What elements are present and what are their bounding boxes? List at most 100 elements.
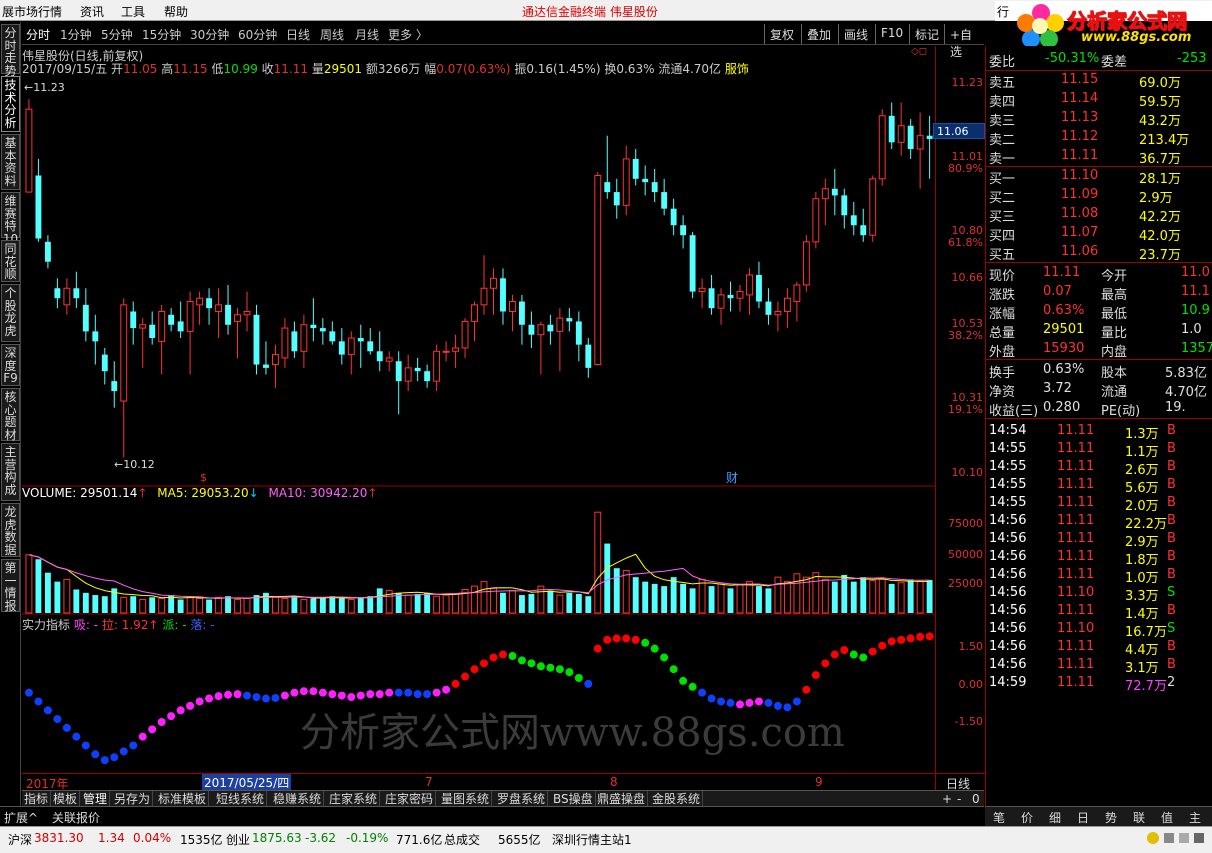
- quote-tab-4[interactable]: 日: [1077, 809, 1089, 826]
- menu-help[interactable]: 帮助: [164, 3, 188, 20]
- tick-row[interactable]: 14:56 11.11 1.4万 B: [989, 602, 1211, 622]
- left-tab-6[interactable]: 个股龙虎: [1, 284, 20, 342]
- zoom-in-button[interactable]: +: [940, 791, 954, 807]
- left-tab-1[interactable]: 分时走势: [1, 24, 20, 77]
- left-tab-9[interactable]: 主营构成: [1, 443, 20, 501]
- ask-row[interactable]: 卖三 11.13 43.2万: [989, 109, 1211, 129]
- chart-settings-icon[interactable]: ◇◻: [911, 46, 927, 57]
- tick-row[interactable]: 14:56 11.11 4.4万 B: [989, 638, 1211, 658]
- add-watchlist-button[interactable]: +自选: [944, 24, 984, 59]
- left-tab-4[interactable]: 维赛特10: [1, 192, 20, 245]
- tab-standard-template[interactable]: 标准模板: [156, 791, 210, 807]
- fundamental-row[interactable]: 换手 0.63% 股本 5.83亿: [989, 361, 1211, 381]
- menu-market[interactable]: 展市场行情: [2, 3, 62, 20]
- tab-compass-system[interactable]: 罗盘系统: [495, 791, 549, 807]
- tick-row[interactable]: 14:56 11.10 16.7万 S: [989, 620, 1211, 640]
- related-quotes-button[interactable]: 关联报价: [52, 809, 100, 826]
- event-marker-dollar[interactable]: $: [200, 471, 207, 484]
- status-icons[interactable]: [1146, 830, 1206, 849]
- period-more[interactable]: 更多 〉: [388, 26, 428, 43]
- tick-row[interactable]: 14:56 11.11 1.8万 B: [989, 548, 1211, 568]
- tick-row[interactable]: 14:55 11.11 1.1万 B: [989, 440, 1211, 460]
- fib-tick-2: 61.8%: [948, 236, 983, 249]
- fundamental-row[interactable]: 收益(三) 0.280 PE(动) 19.: [989, 399, 1211, 419]
- tick-row[interactable]: 14:55 11.11 2.6万 B: [989, 458, 1211, 478]
- weibi-row[interactable]: 委比 -50.31% 委差 -253: [989, 50, 1211, 70]
- tick-row[interactable]: 14:56 11.11 22.2万 B: [989, 512, 1211, 532]
- stat-row[interactable]: 总量 29501 量比 1.0: [989, 321, 1211, 341]
- adjust-button[interactable]: 复权: [764, 24, 799, 44]
- left-tab-8[interactable]: 核心题材: [1, 388, 20, 441]
- tick-row[interactable]: 14:55 11.11 2.0万 B: [989, 494, 1211, 514]
- period-15min[interactable]: 15分钟: [142, 26, 181, 43]
- tab-bs-trading[interactable]: BS操盘: [551, 791, 596, 807]
- tick-row[interactable]: 14:55 11.11 5.6万 B: [989, 476, 1211, 496]
- f10-button[interactable]: F10: [875, 24, 908, 44]
- ask-row[interactable]: 卖一 11.11 36.7万: [989, 147, 1211, 167]
- event-marker-finance[interactable]: 财: [726, 469, 738, 486]
- left-tab-3[interactable]: 基本资料: [1, 134, 20, 190]
- indicator-dot: [868, 647, 877, 656]
- tick-row[interactable]: 14:56 11.10 3.3万 S: [989, 584, 1211, 604]
- period-weekly[interactable]: 周线: [320, 26, 344, 43]
- tab-indicator[interactable]: 指标: [22, 791, 52, 807]
- left-tab-5[interactable]: 同花顺: [1, 240, 20, 282]
- tab-save-as[interactable]: 另存为: [112, 791, 154, 807]
- tick-row[interactable]: 14:56 11.11 3.1万 B: [989, 656, 1211, 676]
- ask-row[interactable]: 卖四 11.14 59.5万: [989, 90, 1211, 110]
- bid-row[interactable]: 买五 11.06 23.7万: [989, 243, 1211, 263]
- chart-canvas[interactable]: [22, 46, 935, 774]
- chart-area[interactable]: 伟星股份(日线,前复权) ◇◻ 2017/09/15/五 开11.05 高11.…: [22, 46, 935, 774]
- quote-tab-1[interactable]: 笔: [993, 809, 1005, 826]
- left-tab-2[interactable]: 技术分析: [1, 76, 20, 132]
- stat-row[interactable]: 外盘 15930 内盘 1357: [989, 340, 1212, 360]
- tab-manage[interactable]: 管理: [81, 791, 111, 807]
- tab-dealer-code[interactable]: 庄家密码: [383, 791, 437, 807]
- stat-row[interactable]: 涨幅 0.63% 最低 10.9: [989, 302, 1211, 322]
- stat-row[interactable]: 涨跌 0.07 最高 11.1: [989, 283, 1211, 303]
- menu-news[interactable]: 资讯: [80, 3, 104, 20]
- period-1min[interactable]: 1分钟: [60, 26, 92, 43]
- fundamental-row[interactable]: 净资 3.72 流通 4.70亿: [989, 380, 1211, 400]
- tab-short-system[interactable]: 短线系统: [214, 791, 268, 807]
- period-30min[interactable]: 30分钟: [190, 26, 229, 43]
- overlay-button[interactable]: 叠加: [801, 24, 836, 44]
- tab-volume-system[interactable]: 量图系统: [439, 791, 493, 807]
- period-5min[interactable]: 5分钟: [101, 26, 133, 43]
- ask-row[interactable]: 卖二 11.12 213.4万: [989, 128, 1211, 148]
- tick-row[interactable]: 14:56 11.11 2.9万 B: [989, 530, 1211, 550]
- left-tab-10[interactable]: 龙虎数据: [1, 503, 20, 557]
- tab-steady-system[interactable]: 稳赚系统: [271, 791, 325, 807]
- left-tab-7[interactable]: 深度F9: [1, 344, 20, 386]
- menu-tools[interactable]: 工具: [121, 3, 145, 20]
- bid-row[interactable]: 买一 11.10 28.1万: [989, 167, 1211, 187]
- tab-dingsheng-trading[interactable]: 鼎盛操盘: [595, 791, 649, 807]
- bid-row[interactable]: 买二 11.09 2.9万: [989, 186, 1211, 206]
- tab-golden-stock[interactable]: 金股系统: [650, 791, 704, 807]
- quote-tab-7[interactable]: 值: [1161, 809, 1173, 826]
- draw-button[interactable]: 画线: [838, 24, 873, 44]
- ask-row[interactable]: 卖五 11.15 69.0万: [989, 71, 1211, 91]
- zoom-out-button[interactable]: -: [955, 791, 963, 807]
- period-intraday[interactable]: 分时: [26, 26, 50, 43]
- stat-row[interactable]: 现价 11.11 今开 11.0: [989, 264, 1211, 284]
- tick-row[interactable]: 14:59 11.11 72.7万 2: [989, 674, 1211, 694]
- quote-tab-5[interactable]: 势: [1105, 809, 1117, 826]
- mark-button[interactable]: 标记: [909, 24, 944, 44]
- tick-row[interactable]: 14:54 11.11 1.3万 B: [989, 422, 1211, 442]
- quote-tab-8[interactable]: 主: [1189, 809, 1201, 826]
- left-tab-11[interactable]: 第一情报: [1, 559, 20, 612]
- quote-tab-2[interactable]: 价: [1021, 809, 1033, 826]
- quote-tab-3[interactable]: 细: [1049, 809, 1061, 826]
- tick-row[interactable]: 14:56 11.11 1.0万 B: [989, 566, 1211, 586]
- period-daily[interactable]: 日线: [286, 26, 310, 43]
- period-60min[interactable]: 60分钟: [238, 26, 277, 43]
- period-monthly[interactable]: 月线: [355, 26, 379, 43]
- bid-row[interactable]: 买三 11.08 42.2万: [989, 205, 1211, 225]
- quote-tab-6[interactable]: 联: [1133, 809, 1145, 826]
- bid-row[interactable]: 买四 11.07 42.0万: [989, 224, 1211, 244]
- zoom-reset-button[interactable]: 0: [970, 791, 982, 807]
- tab-dealer-system[interactable]: 庄家系统: [327, 791, 381, 807]
- expand-button[interactable]: 扩展^: [4, 809, 38, 826]
- tab-template[interactable]: 模板: [51, 791, 81, 807]
